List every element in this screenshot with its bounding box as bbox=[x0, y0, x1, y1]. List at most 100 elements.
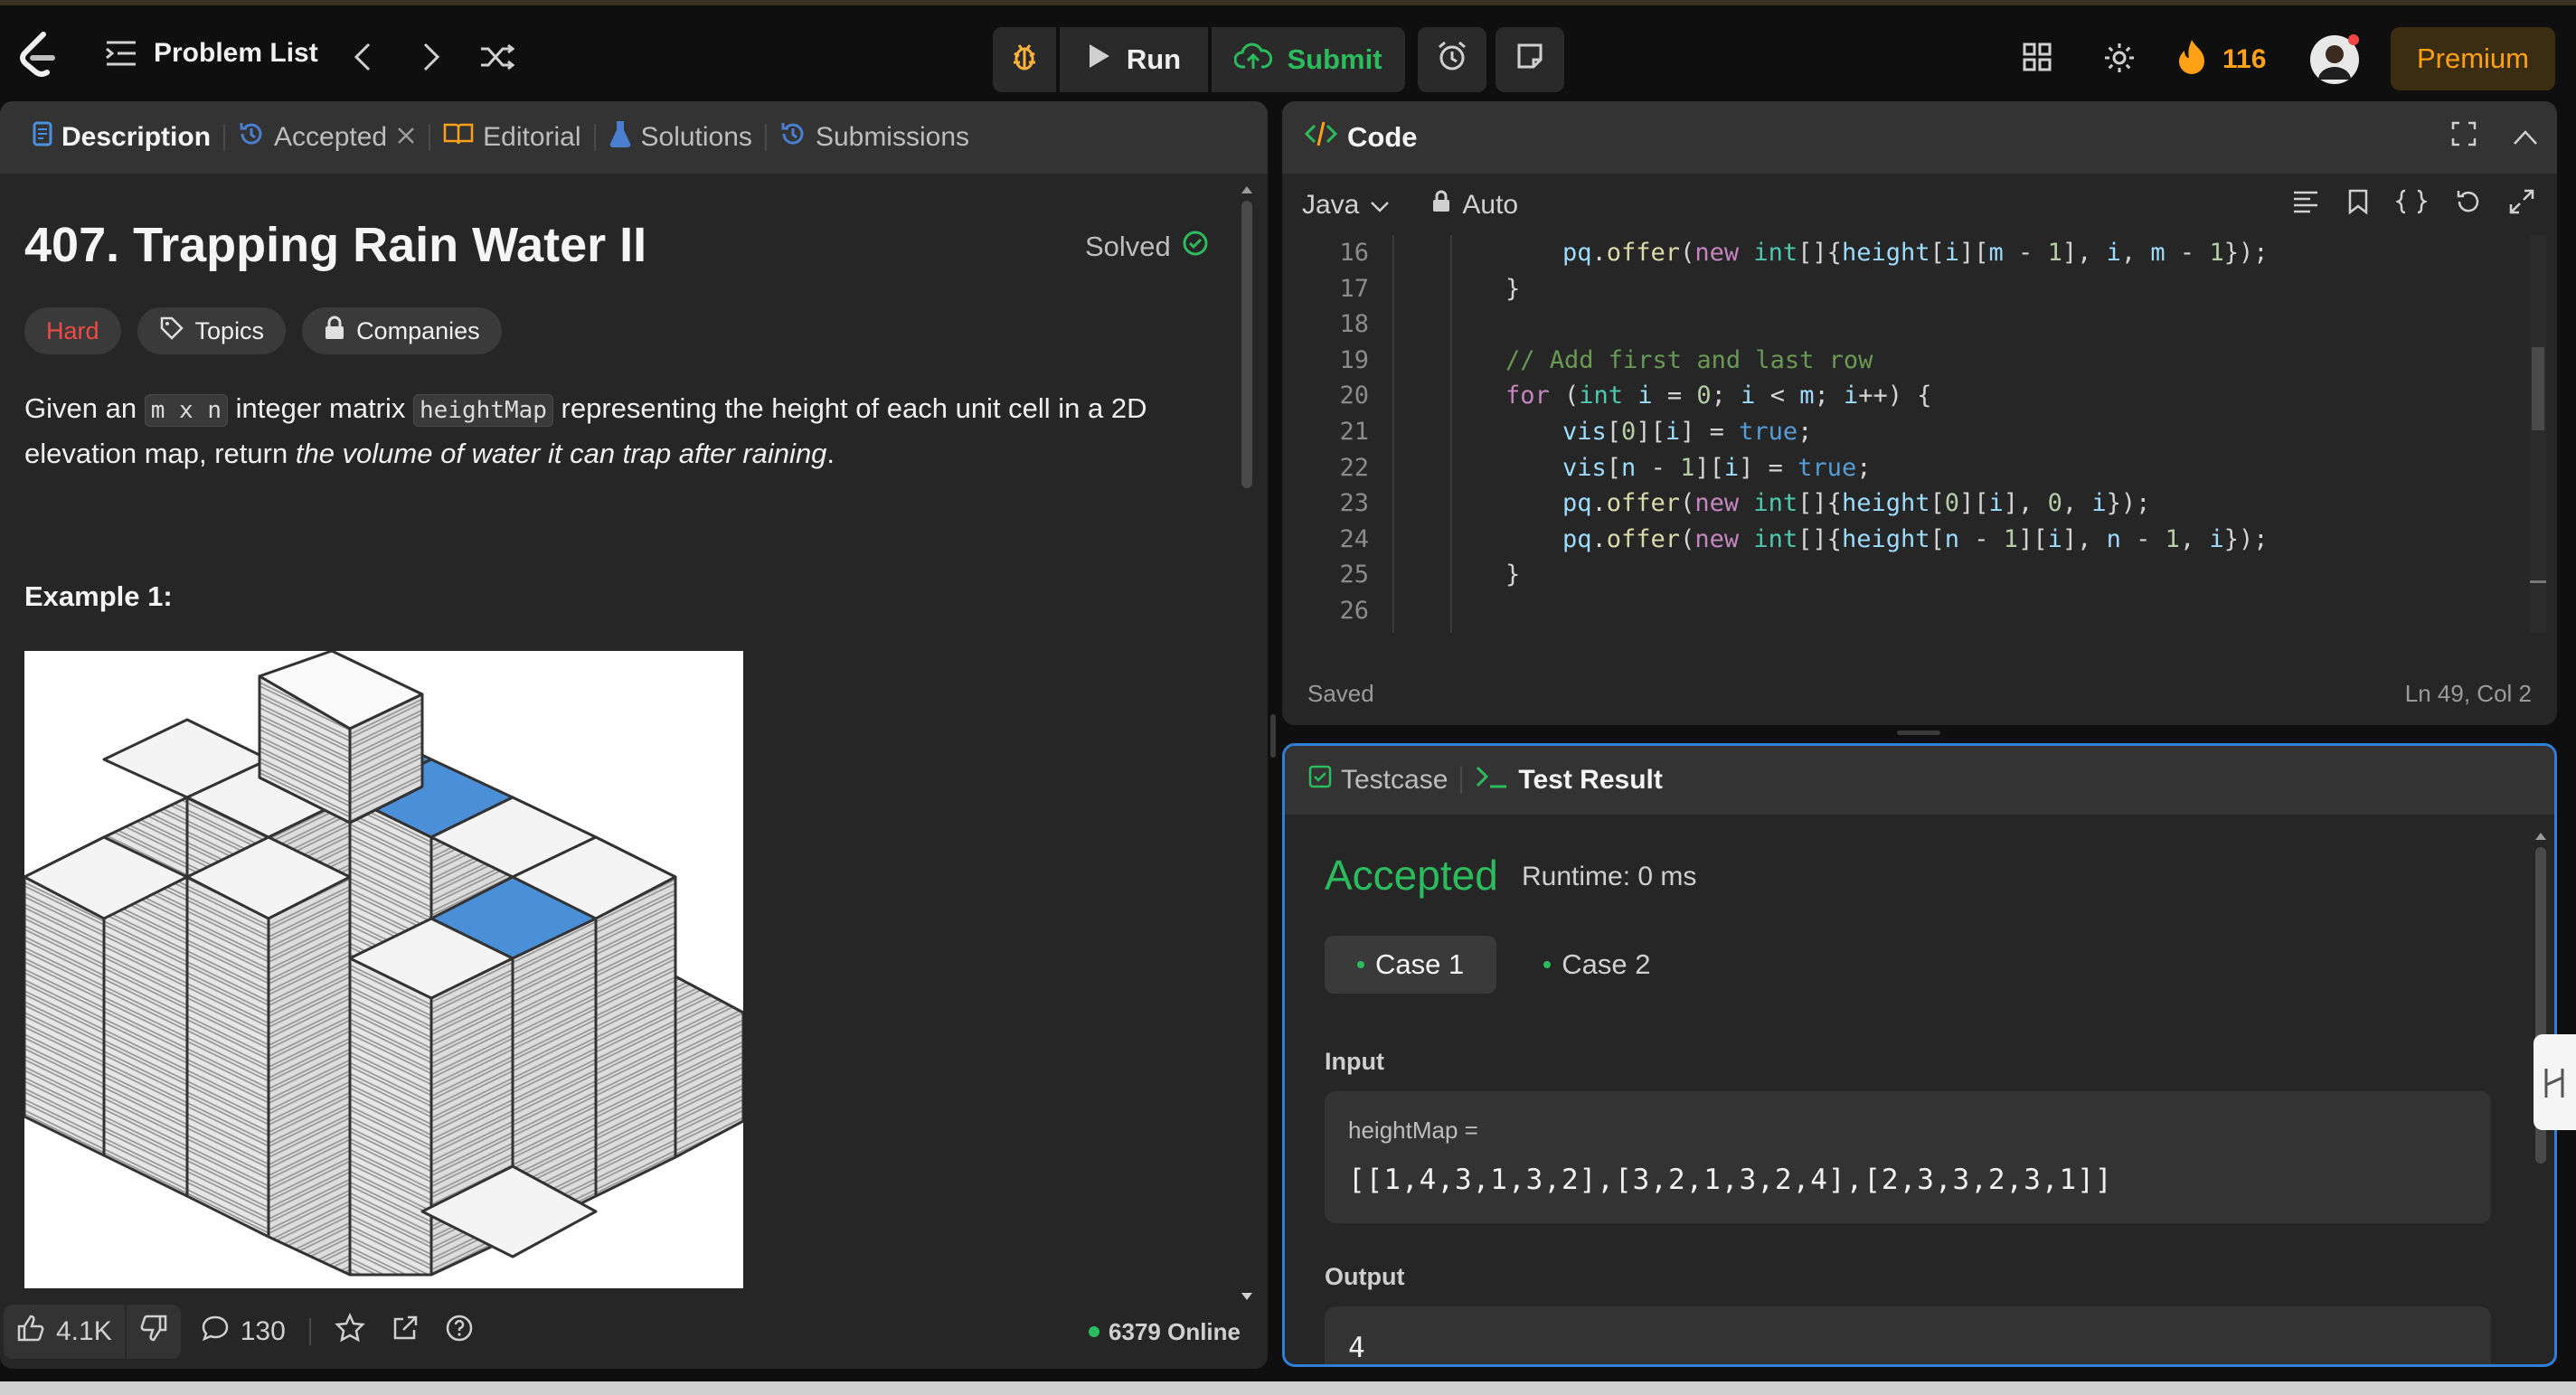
dislike-button[interactable] bbox=[126, 1305, 181, 1359]
fullscreen-icon[interactable] bbox=[2450, 120, 2477, 155]
history-icon bbox=[238, 120, 265, 155]
output-value: 4 bbox=[1348, 1332, 1365, 1364]
companies-chip[interactable]: Companies bbox=[302, 307, 502, 354]
code-brackets-icon bbox=[1304, 120, 1338, 155]
description-panel: Description Accepted Editorial Solutions… bbox=[0, 101, 1268, 1369]
case-tab-2[interactable]: Case 2 bbox=[1511, 936, 1683, 994]
gear-icon[interactable] bbox=[2103, 42, 2136, 74]
auto-mode[interactable]: Auto bbox=[1431, 190, 1518, 221]
runtime-text: Runtime: 0 ms bbox=[1522, 862, 1697, 891]
thumbs-up-icon bbox=[16, 1314, 45, 1350]
tab-editorial-label: Editorial bbox=[483, 122, 581, 152]
code-line: for (int i = 0; i < m; i++) { bbox=[1505, 382, 1932, 410]
tab-accepted[interactable]: Accepted bbox=[225, 120, 429, 155]
cursor-position[interactable]: Ln 49, Col 2 bbox=[2405, 680, 2532, 708]
notes-button[interactable] bbox=[1496, 27, 1564, 92]
case-label: Case 1 bbox=[1375, 948, 1465, 980]
code-line: // Add first and last row bbox=[1505, 345, 1873, 374]
code-line: pq.offer(new int[]{height[n - 1][i], n -… bbox=[1562, 524, 2269, 553]
like-button[interactable]: 4.1K bbox=[4, 1305, 125, 1359]
mode-label: Auto bbox=[1462, 190, 1519, 220]
thumbs-down-icon bbox=[139, 1314, 168, 1350]
check-circle-icon bbox=[1182, 230, 1209, 264]
code-header: Code bbox=[1282, 101, 2557, 174]
lock-icon bbox=[1431, 190, 1451, 221]
comments-button[interactable]: 130 bbox=[188, 1305, 298, 1359]
submit-label: Submit bbox=[1287, 43, 1382, 75]
format-icon[interactable] bbox=[2291, 189, 2320, 222]
prev-problem-icon[interactable] bbox=[353, 42, 373, 72]
problem-description: Given an m x n integer matrix heightMap … bbox=[24, 387, 1200, 475]
code-scrollbar[interactable] bbox=[2530, 235, 2546, 633]
tab-solutions-label: Solutions bbox=[640, 122, 752, 152]
submit-button[interactable]: Submit bbox=[1212, 27, 1405, 92]
code-title: Code bbox=[1347, 121, 1418, 153]
run-button[interactable]: Run bbox=[1060, 27, 1208, 92]
online-count: 6379 Online bbox=[1109, 1317, 1241, 1345]
timer-button[interactable] bbox=[1418, 27, 1486, 92]
help-button[interactable] bbox=[432, 1305, 486, 1359]
desc-text: integer matrix bbox=[235, 392, 406, 424]
avatar[interactable] bbox=[2309, 34, 2360, 85]
expand-icon[interactable] bbox=[2508, 188, 2535, 222]
solved-badge: Solved bbox=[1085, 230, 1209, 264]
description-scrollbar[interactable] bbox=[1237, 174, 1257, 1313]
problem-title: 407. Trapping Rain Water II bbox=[24, 218, 647, 272]
bookmark-icon[interactable] bbox=[2347, 188, 2369, 222]
line-number: 17 bbox=[1339, 274, 1369, 303]
premium-button[interactable]: Premium bbox=[2391, 27, 2555, 90]
reset-icon[interactable] bbox=[2454, 188, 2481, 222]
side-drawer-handle[interactable] bbox=[2534, 1034, 2576, 1130]
next-problem-icon[interactable] bbox=[421, 42, 441, 72]
lock-icon bbox=[324, 316, 345, 347]
comment-count: 130 bbox=[240, 1316, 286, 1346]
pass-dot-icon bbox=[1357, 961, 1364, 968]
line-number: 26 bbox=[1339, 597, 1369, 625]
code-line: vis[0][i] = true; bbox=[1562, 418, 1813, 446]
problem-list-button[interactable]: Problem List bbox=[105, 38, 318, 69]
case-tabs: Case 1 Case 2 bbox=[1325, 936, 1683, 994]
shuffle-icon[interactable] bbox=[479, 43, 515, 71]
braces-icon[interactable] bbox=[2394, 188, 2429, 222]
description-footer: 4.1K 130 6379 Online bbox=[0, 1295, 1268, 1369]
share-button[interactable] bbox=[378, 1305, 432, 1359]
tab-editorial[interactable]: Editorial bbox=[430, 121, 593, 154]
panel-resize-handle[interactable] bbox=[1897, 730, 1940, 735]
input-var-name: heightMap = bbox=[1348, 1117, 1478, 1144]
desc-text: Given an bbox=[24, 392, 137, 424]
case-tab-1[interactable]: Case 1 bbox=[1325, 936, 1497, 994]
tab-testcase[interactable]: Testcase bbox=[1308, 765, 1460, 796]
language-select[interactable]: Java bbox=[1302, 190, 1390, 221]
streak-counter[interactable]: 116 bbox=[2177, 38, 2266, 81]
save-status: Saved bbox=[1307, 679, 1374, 707]
tab-submissions[interactable]: Submissions bbox=[767, 120, 982, 155]
close-icon[interactable] bbox=[396, 122, 416, 153]
result-tab-bar: Testcase Test Result bbox=[1285, 746, 2554, 815]
debug-button[interactable] bbox=[993, 27, 1056, 92]
collapse-icon[interactable] bbox=[2512, 121, 2539, 154]
flask-icon bbox=[609, 120, 632, 155]
tab-solutions[interactable]: Solutions bbox=[596, 120, 765, 155]
code-line: pq.offer(new int[]{height[0][i], 0, i}); bbox=[1562, 489, 2151, 518]
layout-grid-icon[interactable] bbox=[2022, 42, 2052, 72]
tab-test-result[interactable]: Test Result bbox=[1462, 764, 1675, 796]
footer-divider bbox=[308, 1318, 311, 1345]
book-icon bbox=[443, 121, 474, 154]
editor-toolbar: Java Auto bbox=[1282, 174, 2557, 237]
like-count: 4.1K bbox=[56, 1316, 112, 1346]
line-number: 18 bbox=[1339, 310, 1369, 339]
topics-chip[interactable]: Topics bbox=[137, 307, 287, 354]
panel-resize-handle[interactable] bbox=[1270, 714, 1276, 758]
code-token: pq bbox=[1562, 239, 1592, 267]
code-line: pq.offer(new int[]{height[i][m - 1], i, … bbox=[1562, 239, 2269, 267]
comment-icon bbox=[201, 1315, 230, 1349]
external-link-icon bbox=[391, 1314, 420, 1350]
input-value: [[1,4,3,1,3,2],[3,2,1,3,2,4],[2,3,3,2,3,… bbox=[1348, 1164, 2113, 1196]
inline-code: heightMap bbox=[413, 394, 553, 427]
example-heading: Example 1: bbox=[24, 580, 173, 612]
tab-description[interactable]: Description bbox=[20, 121, 223, 154]
favorite-button[interactable] bbox=[322, 1305, 378, 1359]
tag-icon bbox=[159, 316, 184, 347]
code-editor[interactable]: 16 17 18 19 20 21 22 23 24 25 26 pq.offe… bbox=[1282, 235, 2548, 725]
leetcode-logo[interactable] bbox=[16, 31, 58, 78]
